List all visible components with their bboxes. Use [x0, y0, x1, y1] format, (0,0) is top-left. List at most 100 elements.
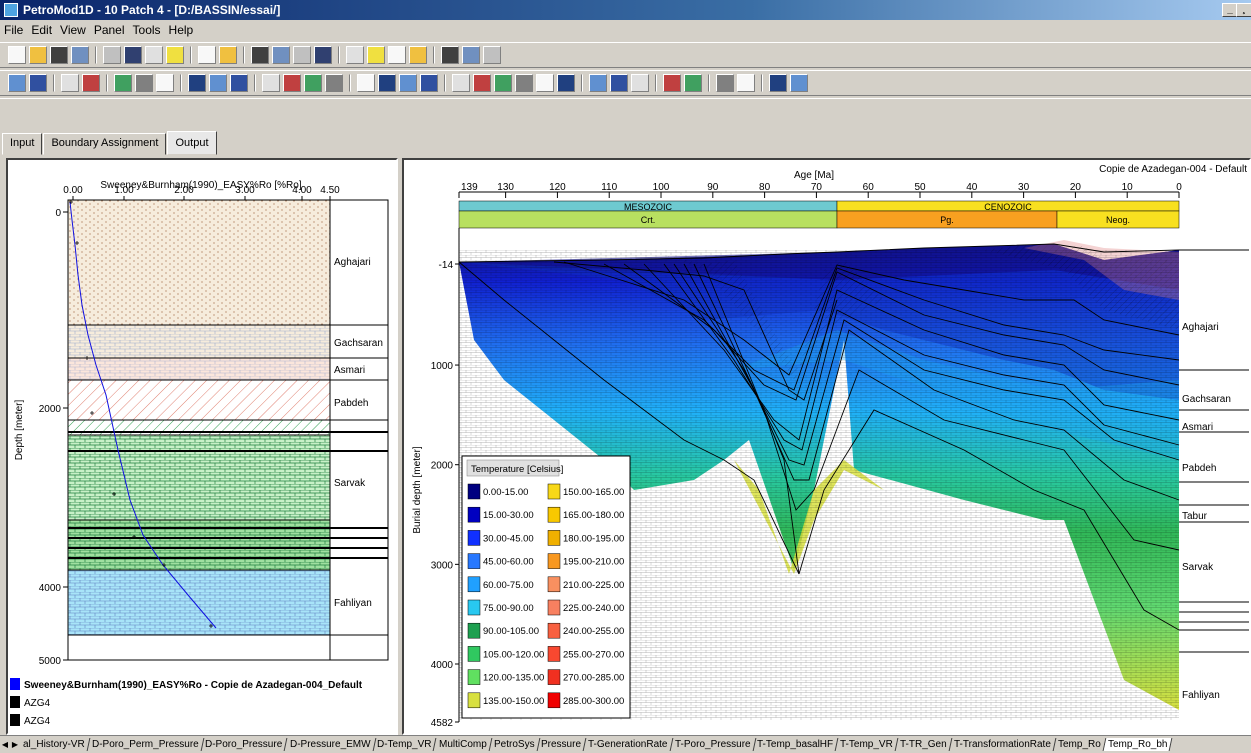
output-tab-temp-ro[interactable]: Temp_Ro [1053, 738, 1106, 751]
tb2-tool-2-icon[interactable] [61, 74, 79, 92]
tab-input[interactable]: Input [2, 133, 43, 155]
output-tab-d-temp-vr[interactable]: D-Temp_VR [372, 738, 438, 751]
toolbar-separator [190, 46, 192, 64]
legend-range-label: 285.00-300.00 [563, 696, 624, 707]
tb1-tool-19-icon[interactable] [462, 46, 480, 64]
tb2-tool-5-icon[interactable] [135, 74, 153, 92]
tb2-tool-26-icon[interactable] [631, 74, 649, 92]
tb1-tool-6-icon[interactable] [145, 46, 163, 64]
output-tab-temp-ro-bh[interactable]: Temp_Ro_bh [1103, 738, 1173, 751]
tb2-tool-19-icon[interactable] [473, 74, 491, 92]
scroll-left-icon[interactable]: ◀ [0, 740, 10, 749]
tb2-tool-28-icon[interactable] [684, 74, 702, 92]
tb1-tool-4-icon[interactable] [103, 46, 121, 64]
legend-range-label: 150.00-165.00 [563, 487, 624, 498]
tb2-tool-14-icon[interactable] [357, 74, 375, 92]
tb2-tool-31-icon[interactable] [769, 74, 787, 92]
output-tab-t-temp-vr[interactable]: T-Temp_VR [835, 738, 899, 751]
output-tab-t-transformationrate[interactable]: T-TransformationRate [949, 738, 1057, 751]
tb2-tool-17-icon[interactable] [420, 74, 438, 92]
tb2-tool-6-icon[interactable] [156, 74, 174, 92]
tb2-tool-20-icon[interactable] [494, 74, 512, 92]
tb2-tool-16-icon[interactable] [399, 74, 417, 92]
tb2-tool-21-icon[interactable] [515, 74, 533, 92]
tb1-tool-20-icon[interactable] [483, 46, 501, 64]
toolbar-separator [53, 74, 55, 92]
tb1-tool-18-icon[interactable] [441, 46, 459, 64]
tb1-tool-9-icon[interactable] [219, 46, 237, 64]
output-tab-label: T-TR_Gen [900, 739, 947, 750]
tb2-tool-3-icon[interactable] [82, 74, 100, 92]
output-tab-pressure[interactable]: Pressure [536, 738, 587, 751]
tab-output[interactable]: Output [167, 131, 217, 155]
tab-boundary-assignment[interactable]: Boundary Assignment [43, 133, 167, 155]
tb2-tool-29-icon[interactable] [716, 74, 734, 92]
right-layer-gachsaran: Gachsaran [1182, 394, 1231, 405]
output-tab-al-history-vr[interactable]: al_History-VR [18, 738, 91, 751]
tb2-tool-25-icon[interactable] [610, 74, 628, 92]
main-toolbar [0, 42, 1251, 68]
output-tab-t-poro-pressure[interactable]: T-Poro_Pressure [670, 738, 756, 751]
tb1-tool-13-icon[interactable] [314, 46, 332, 64]
output-tab-t-temp-basalhf[interactable]: T-Temp_basalHF [752, 738, 839, 751]
tb2-tool-9-icon[interactable] [230, 74, 248, 92]
output-tab-d-poro-pressure[interactable]: D-Poro_Pressure [201, 738, 289, 751]
tb1-tool-8-icon[interactable] [198, 46, 216, 64]
menu-tools[interactable]: Tools [133, 23, 161, 37]
tb1-tool-17-icon[interactable] [409, 46, 427, 64]
tb2-tool-8-icon[interactable] [209, 74, 227, 92]
menu-view[interactable]: View [60, 23, 86, 37]
tb2-tool-11-icon[interactable] [283, 74, 301, 92]
tb1-tool-15-icon[interactable] [367, 46, 385, 64]
tb1-tool-5-icon[interactable] [124, 46, 142, 64]
output-tab-d-poro-perm-pressure[interactable]: D-Poro_Perm_Pressure [87, 738, 204, 751]
output-tab-t-generationrate[interactable]: T-GenerationRate [583, 738, 673, 751]
output-tab-multicomp[interactable]: MultiComp [434, 738, 492, 751]
tb1-tool-14-icon[interactable] [346, 46, 364, 64]
output-tab-t-tr-gen[interactable]: T-TR_Gen [895, 738, 953, 751]
tb1-tool-1-icon[interactable] [29, 46, 47, 64]
legend-range-label: 255.00-270.00 [563, 649, 624, 660]
tb1-tool-16-icon[interactable] [388, 46, 406, 64]
menu-edit[interactable]: Edit [31, 23, 52, 37]
tb2-tool-22-icon[interactable] [536, 74, 554, 92]
legend-swatch [467, 553, 481, 569]
tb2-tool-7-icon[interactable] [188, 74, 206, 92]
menu-file[interactable]: File [4, 23, 23, 37]
tb2-tool-23-icon[interactable] [557, 74, 575, 92]
ro-x-tick: 1.00 [114, 185, 134, 196]
menu-help[interactable]: Help [169, 23, 194, 37]
tb1-tool-3-icon[interactable] [71, 46, 89, 64]
output-view-tabs: ◀ ▶ al_History-VR D-Poro_Perm_Pressure D-P… [0, 735, 1251, 753]
output-tab-petrosys[interactable]: PetroSys [489, 738, 540, 751]
tb1-tool-0-icon[interactable] [8, 46, 26, 64]
right-layer-sarvak: Sarvak [1182, 562, 1214, 573]
tb2-tool-10-icon[interactable] [262, 74, 280, 92]
tb1-tool-11-icon[interactable] [272, 46, 290, 64]
tb2-tool-24-icon[interactable] [589, 74, 607, 92]
tb1-tool-7-icon[interactable] [166, 46, 184, 64]
tb2-tool-1-icon[interactable] [29, 74, 47, 92]
tb2-tool-0-icon[interactable] [8, 74, 26, 92]
age-tick: 40 [966, 182, 978, 193]
tb1-tool-12-icon[interactable] [293, 46, 311, 64]
tb2-tool-4-icon[interactable] [114, 74, 132, 92]
maximize-button[interactable]: ¸ [1236, 3, 1251, 17]
legend-swatch [467, 530, 481, 546]
tb2-tool-13-icon[interactable] [325, 74, 343, 92]
tb2-tool-15-icon[interactable] [378, 74, 396, 92]
tb2-tool-32-icon[interactable] [790, 74, 808, 92]
tb1-tool-2-icon[interactable] [50, 46, 68, 64]
tb2-tool-27-icon[interactable] [663, 74, 681, 92]
menu-panel[interactable]: Panel [94, 23, 125, 37]
legend-range-label: 45.00-60.00 [483, 557, 534, 568]
legend-swatch-azg4-a [10, 696, 20, 708]
ro-y-tick: 4000 [39, 583, 62, 594]
tb2-tool-30-icon[interactable] [737, 74, 755, 92]
window-title: PetroMod1D - 10 Patch 4 - [D:/BASSIN/ess… [23, 3, 281, 17]
tb2-tool-12-icon[interactable] [304, 74, 322, 92]
output-tab-d-pressure-emw[interactable]: D-Pressure_EMW [285, 738, 376, 751]
tb1-tool-10-icon[interactable] [251, 46, 269, 64]
tb2-tool-18-icon[interactable] [452, 74, 470, 92]
output-tab-label: MultiComp [438, 739, 487, 750]
